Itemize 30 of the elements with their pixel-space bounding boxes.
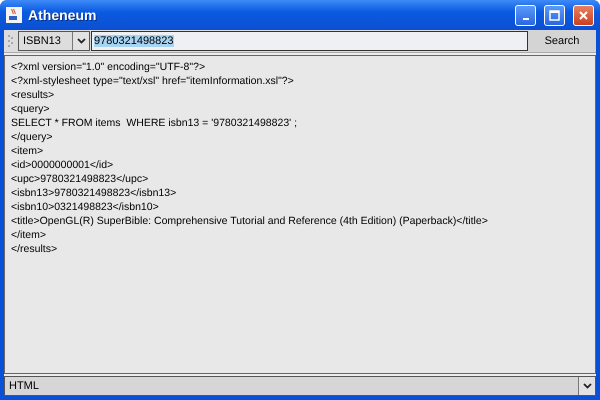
search-button[interactable]: Search: [528, 30, 596, 52]
text-line: <isbn13>9780321498823</isbn13>: [11, 186, 178, 200]
format-dropdown[interactable]: HTML: [4, 376, 596, 396]
text-line: <results>: [11, 88, 56, 102]
text-line: <?xml-stylesheet type="text/xsl" href="itemInformation.xsl"?>: [11, 74, 295, 88]
text-line: <upc>9780321498823</upc>: [11, 172, 150, 186]
close-icon: [578, 10, 589, 20]
maximize-button[interactable]: [544, 4, 565, 26]
coffee-cup-icon: [6, 7, 22, 23]
text-line: <?xml version="1.0" encoding="UTF-8"?>: [11, 60, 206, 74]
text-line: <item>: [11, 144, 44, 158]
text-line: </query>: [11, 130, 54, 144]
minimize-icon: [522, 18, 528, 20]
text-line: <isbn10>0321498823</isbn10>: [11, 200, 160, 214]
close-button[interactable]: [573, 4, 594, 26]
text-line: <id>0000000001</id>: [11, 158, 114, 172]
window-title: Atheneum: [28, 7, 98, 23]
chevron-icon: [76, 38, 86, 44]
text-line: </results>: [11, 242, 58, 256]
text-line: <title>OpenGL(R) SuperBible: Comprehensive Tutorial and Reference (4th Edition) (Paperback)</title>: [11, 214, 489, 228]
maximize-icon: [549, 10, 560, 20]
minimize-button[interactable]: [515, 4, 536, 26]
text-area[interactable]: [4, 55, 596, 374]
text-line: SELECT * FROM items WHERE isbn13 = '9780321498823' ;: [11, 116, 298, 130]
text-line: <query>: [11, 102, 51, 116]
search-field[interactable]: 9780321498823: [91, 31, 528, 51]
chevron-icon: [582, 383, 592, 389]
grip-icon[interactable]: [7, 34, 15, 48]
text-line: </item>: [11, 228, 48, 242]
search-type-dropdown[interactable]: ISBN13: [18, 31, 90, 51]
